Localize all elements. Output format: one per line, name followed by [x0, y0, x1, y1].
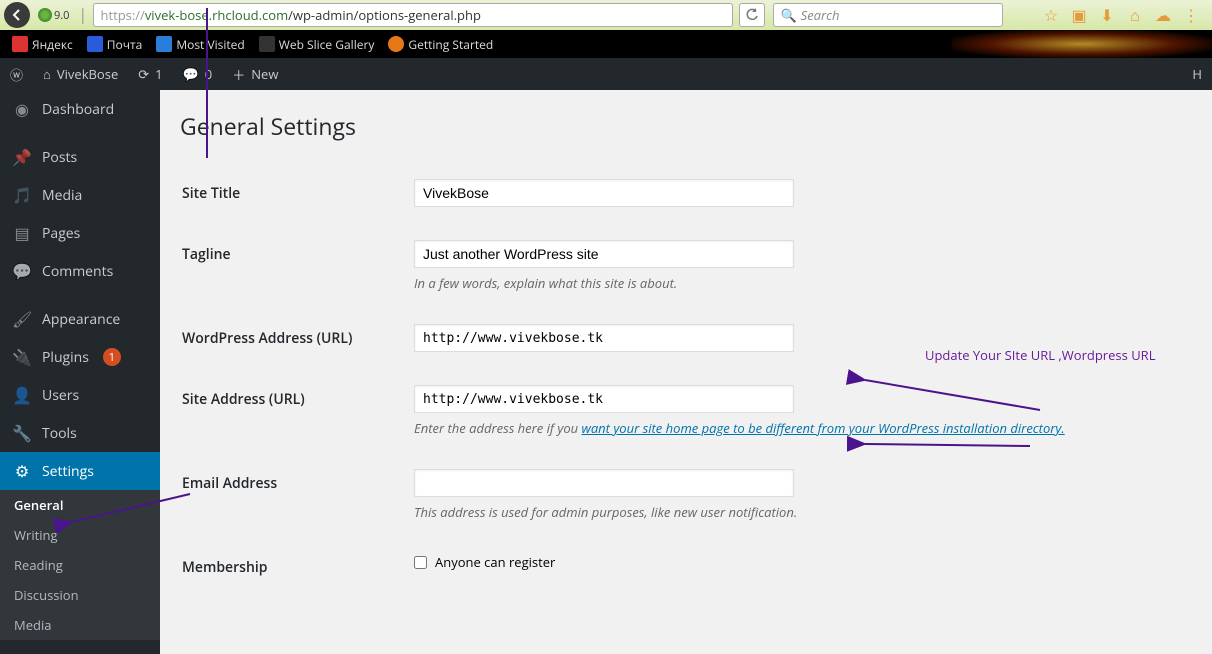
pin-icon: 📌	[12, 146, 32, 168]
menu-media[interactable]: 🎵Media	[0, 176, 160, 214]
settings-icon: ⚙	[12, 460, 32, 482]
admin-menu: ◉Dashboard 📌Posts 🎵Media ▤Pages 💬Comment…	[0, 90, 160, 654]
update-icon: ⟳	[138, 65, 149, 83]
slice-icon	[259, 36, 275, 52]
plugin-icon: 🔌	[12, 346, 32, 368]
wp-logo[interactable]: ⓦ	[0, 58, 33, 90]
bookmark-most-visited[interactable]: Most Visited	[150, 36, 250, 53]
submenu-general[interactable]: General	[0, 490, 160, 520]
page-load-badge: 9.0	[34, 8, 73, 23]
firefox-icon	[388, 36, 404, 52]
bookmark-yandex[interactable]: Яндекс	[6, 36, 79, 53]
yandex-icon	[12, 36, 28, 52]
membership-checkbox[interactable]	[414, 556, 427, 569]
wp-admin-bar: ⓦ ⌂VivekBose ⟳1 💬0 ＋New H	[0, 58, 1212, 90]
bookmark-mail[interactable]: Почта	[81, 36, 149, 53]
wp-address-label: WordPress Address (URL)	[182, 309, 402, 368]
menu-dashboard[interactable]: ◉Dashboard	[0, 90, 160, 128]
menu-tools[interactable]: 🔧Tools	[0, 414, 160, 452]
load-time: 9.0	[54, 8, 69, 23]
tagline-label: Tagline	[182, 225, 402, 307]
search-icon: 🔍	[780, 6, 796, 24]
address-bar-row: 9.0 │ https://vivek-bose.rhcloud.com/wp-…	[0, 0, 1212, 30]
comments-link[interactable]: 💬0	[173, 58, 223, 90]
page-title: General Settings	[180, 110, 1192, 142]
browser-toolbar-icons: ☆ ▣ ⬇ ⌂ ☁ ⋮	[1042, 6, 1212, 24]
url-protocol: https://	[100, 6, 144, 24]
new-content-link[interactable]: ＋New	[222, 58, 288, 90]
menu-pages[interactable]: ▤Pages	[0, 214, 160, 252]
site-title-label: Site Title	[182, 164, 402, 223]
chat-icon[interactable]: ☁	[1154, 6, 1172, 24]
url-host: vivek-bose.rhcloud.com	[145, 6, 288, 24]
settings-form-table: Site Title Tagline In a few words, expla…	[180, 162, 1192, 599]
site-address-label: Site Address (URL)	[182, 370, 402, 452]
bookmark-getting-started[interactable]: Getting Started	[382, 36, 499, 53]
annotation-label: Update Your SIte URL ,Wordpress URL	[925, 346, 1155, 364]
submenu-media[interactable]: Media	[0, 610, 160, 640]
browser-search-input[interactable]: 🔍 Search	[773, 3, 1003, 27]
extension-icon[interactable]: ▣	[1070, 6, 1088, 24]
back-button[interactable]	[4, 2, 30, 28]
submenu-reading[interactable]: Reading	[0, 550, 160, 580]
page-icon: ▤	[12, 222, 32, 244]
menu-settings[interactable]: ⚙Settings	[0, 452, 160, 490]
brush-icon: 🖌	[12, 308, 32, 330]
howdy-link[interactable]: H	[1182, 58, 1212, 90]
membership-label: Membership	[182, 538, 402, 597]
site-address-help-link[interactable]: want your site home page to be different…	[582, 419, 1065, 437]
reload-button[interactable]	[739, 3, 765, 27]
openshift-icon	[38, 8, 52, 22]
media-icon: 🎵	[12, 184, 32, 206]
search-placeholder: Search	[801, 6, 840, 24]
menu-comments[interactable]: 💬Comments	[0, 252, 160, 290]
settings-submenu: General Writing Reading Discussion Media	[0, 490, 160, 640]
bookmarks-bar: Яндекс Почта Most Visited Web Slice Gall…	[0, 30, 1212, 58]
home-icon[interactable]: ⌂	[1126, 6, 1144, 24]
menu-appearance[interactable]: 🖌Appearance	[0, 300, 160, 338]
menu-plugins[interactable]: 🔌Plugins1	[0, 338, 160, 376]
bookmark-web-slice[interactable]: Web Slice Gallery	[253, 36, 381, 53]
menu-icon[interactable]: ⋮	[1182, 6, 1200, 24]
email-label: Email Address	[182, 454, 402, 536]
plus-icon: ＋	[232, 65, 245, 84]
tagline-input[interactable]	[414, 240, 794, 268]
menu-users[interactable]: 👤Users	[0, 376, 160, 414]
content-area: General Settings Site Title Tagline In a…	[160, 90, 1212, 654]
email-description: This address is used for admin purposes,…	[414, 503, 1180, 521]
mail-icon	[87, 36, 103, 52]
folder-icon	[156, 36, 172, 52]
url-field[interactable]: https://vivek-bose.rhcloud.com/wp-admin/…	[93, 3, 733, 27]
site-name-link[interactable]: ⌂VivekBose	[33, 58, 128, 90]
updates-link[interactable]: ⟳1	[128, 58, 172, 90]
download-icon[interactable]: ⬇	[1098, 6, 1116, 24]
email-input[interactable]	[414, 469, 794, 497]
star-icon[interactable]: ☆	[1042, 6, 1060, 24]
tagline-description: In a few words, explain what this site i…	[414, 274, 1180, 292]
menu-posts[interactable]: 📌Posts	[0, 138, 160, 176]
arrow-left-icon	[10, 8, 24, 22]
site-title-input[interactable]	[414, 179, 794, 207]
comment-icon: 💬	[12, 260, 32, 282]
plugin-count-badge: 1	[103, 348, 121, 366]
url-path: /wp-admin/options-general.php	[288, 6, 481, 24]
submenu-discussion[interactable]: Discussion	[0, 580, 160, 610]
browser-chrome: 9.0 │ https://vivek-bose.rhcloud.com/wp-…	[0, 0, 1212, 58]
wordpress-icon: ⓦ	[10, 65, 23, 84]
submenu-writing[interactable]: Writing	[0, 520, 160, 550]
user-icon: 👤	[12, 384, 32, 406]
membership-checkbox-label: Anyone can register	[435, 553, 555, 571]
site-address-input[interactable]	[414, 385, 794, 413]
separator-icon: │	[73, 6, 93, 24]
comment-icon: 💬	[183, 65, 199, 83]
wp-address-input[interactable]	[414, 324, 794, 352]
site-address-description: Enter the address here if you want your …	[414, 419, 1180, 437]
dashboard-icon: ◉	[12, 98, 32, 120]
reload-icon	[745, 8, 759, 22]
wrench-icon: 🔧	[12, 422, 32, 444]
home-icon: ⌂	[43, 65, 51, 83]
